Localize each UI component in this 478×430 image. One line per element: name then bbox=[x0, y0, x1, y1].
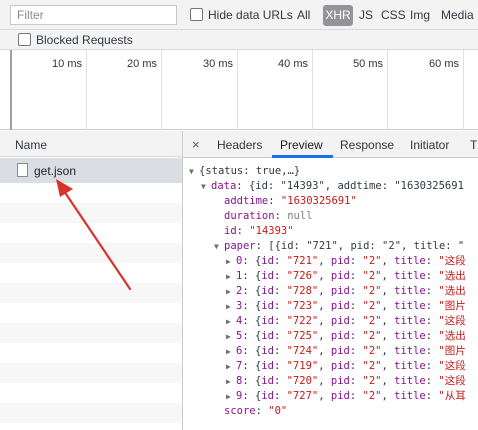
tab-response[interactable]: Response bbox=[340, 138, 394, 152]
network-filter-bar: Hide data URLs All XHR JS CSS Img Media bbox=[0, 0, 478, 30]
tree-node-paper[interactable]: ▼ paper: [{id: "721", pid: "2", title: " bbox=[214, 239, 464, 254]
expanded-triangle-icon: ▼ bbox=[201, 182, 206, 191]
tab-headers[interactable]: Headers bbox=[217, 138, 262, 152]
paper-item-row[interactable]: ▶ 2: {id: "728", pid: "2", title: "选出 bbox=[226, 284, 466, 299]
request-name: get.json bbox=[34, 164, 77, 178]
timeline-tick-label: 20 ms bbox=[127, 58, 157, 70]
timeline-tick-label: 10 ms bbox=[52, 58, 82, 70]
paper-item-row[interactable]: ▶ 9: {id: "727", pid: "2", title: "从耳 bbox=[226, 389, 466, 404]
paper-item-row[interactable]: ▶ 3: {id: "723", pid: "2", title: "图片 bbox=[226, 299, 466, 314]
close-icon[interactable]: × bbox=[192, 137, 200, 152]
tab-initiator[interactable]: Initiator bbox=[410, 138, 449, 152]
collapsed-triangle-icon: ▶ bbox=[226, 347, 231, 356]
blocked-requests-label: Blocked Requests bbox=[36, 33, 133, 47]
hide-data-urls-checkbox[interactable] bbox=[190, 8, 203, 21]
type-filter-css[interactable]: CSS bbox=[381, 8, 406, 22]
collapsed-triangle-icon: ▶ bbox=[226, 287, 231, 296]
timeline-gridline bbox=[86, 50, 87, 130]
json-preview-tree: ▼ {status: true,…} ▼ data: {id: "14393", a… bbox=[183, 160, 478, 430]
request-details-pane: × Headers Preview Response Initiator T ▼… bbox=[183, 131, 478, 430]
tree-root[interactable]: ▼ {status: true,…} bbox=[189, 164, 300, 179]
tree-node-data[interactable]: ▼ data: {id: "14393", addtime: "163032569… bbox=[201, 179, 464, 194]
blocked-requests-row: Blocked Requests bbox=[0, 30, 478, 50]
timeline-gridline bbox=[312, 50, 313, 130]
type-filter-img[interactable]: Img bbox=[410, 8, 430, 22]
paper-item-row[interactable]: ▶ 0: {id: "721", pid: "2", title: "这段 bbox=[226, 254, 466, 269]
paper-item-row[interactable]: ▶ 4: {id: "722", pid: "2", title: "这段 bbox=[226, 314, 466, 329]
type-filter-xhr[interactable]: XHR bbox=[323, 5, 353, 26]
type-filter-all[interactable]: All bbox=[297, 8, 310, 22]
collapsed-triangle-icon: ▶ bbox=[226, 362, 231, 371]
timeline-gridline bbox=[463, 50, 464, 130]
list-stripe bbox=[0, 363, 182, 383]
blocked-requests-checkbox[interactable] bbox=[18, 33, 31, 46]
type-filter-media[interactable]: Media bbox=[441, 8, 474, 22]
type-filter-js[interactable]: JS bbox=[359, 8, 373, 22]
timeline-gridline bbox=[387, 50, 388, 130]
expanded-triangle-icon: ▼ bbox=[189, 167, 194, 176]
filter-input[interactable] bbox=[10, 5, 177, 25]
request-row[interactable]: get.json bbox=[0, 158, 182, 183]
tree-prop-id: id: "14393" bbox=[224, 225, 294, 237]
collapsed-triangle-icon: ▶ bbox=[226, 317, 231, 326]
collapsed-triangle-icon: ▶ bbox=[226, 272, 231, 281]
timeline-tick-label: 60 ms bbox=[429, 58, 459, 70]
timeline-gridline bbox=[161, 50, 162, 130]
active-tab-indicator bbox=[272, 155, 333, 158]
name-column-header[interactable]: Name bbox=[0, 131, 182, 157]
list-stripe bbox=[0, 203, 182, 223]
tree-prop-score: score: "0" bbox=[224, 405, 288, 417]
collapsed-triangle-icon: ▶ bbox=[226, 377, 231, 386]
timeline-gridline bbox=[237, 50, 238, 130]
tree-prop-addtime: addtime: "1630325691" bbox=[224, 195, 357, 207]
list-stripe bbox=[0, 403, 182, 423]
timeline-tick-label: 30 ms bbox=[203, 58, 233, 70]
timeline-tick-label: 50 ms bbox=[353, 58, 383, 70]
file-icon bbox=[17, 163, 28, 177]
paper-item-row[interactable]: ▶ 7: {id: "719", pid: "2", title: "这段 bbox=[226, 359, 466, 374]
collapsed-triangle-icon: ▶ bbox=[226, 392, 231, 401]
timeline-tick-label: 40 ms bbox=[278, 58, 308, 70]
tab-timing[interactable]: T bbox=[470, 138, 477, 152]
collapsed-triangle-icon: ▶ bbox=[226, 302, 231, 311]
paper-item-row[interactable]: ▶ 1: {id: "726", pid: "2", title: "选出 bbox=[226, 269, 466, 284]
expanded-triangle-icon: ▼ bbox=[214, 242, 219, 251]
paper-item-row[interactable]: ▶ 5: {id: "725", pid: "2", title: "选出 bbox=[226, 329, 466, 344]
list-stripe bbox=[0, 283, 182, 303]
tree-prop-duration: duration: null bbox=[224, 210, 313, 222]
list-stripe bbox=[0, 243, 182, 263]
request-list-pane: Name get.json bbox=[0, 131, 183, 430]
tab-preview[interactable]: Preview bbox=[280, 138, 323, 152]
timeline-marker bbox=[10, 50, 12, 130]
collapsed-triangle-icon: ▶ bbox=[226, 332, 231, 341]
paper-item-row[interactable]: ▶ 8: {id: "720", pid: "2", title: "这段 bbox=[226, 374, 466, 389]
hide-data-urls-label: Hide data URLs bbox=[208, 8, 293, 22]
paper-item-row[interactable]: ▶ 6: {id: "724", pid: "2", title: "图片 bbox=[226, 344, 466, 359]
list-stripe bbox=[0, 323, 182, 343]
timeline-overview[interactable]: 10 ms 20 ms 30 ms 40 ms 50 ms 60 ms bbox=[0, 50, 478, 130]
details-tab-bar: × Headers Preview Response Initiator T bbox=[183, 131, 478, 158]
collapsed-triangle-icon: ▶ bbox=[226, 257, 231, 266]
